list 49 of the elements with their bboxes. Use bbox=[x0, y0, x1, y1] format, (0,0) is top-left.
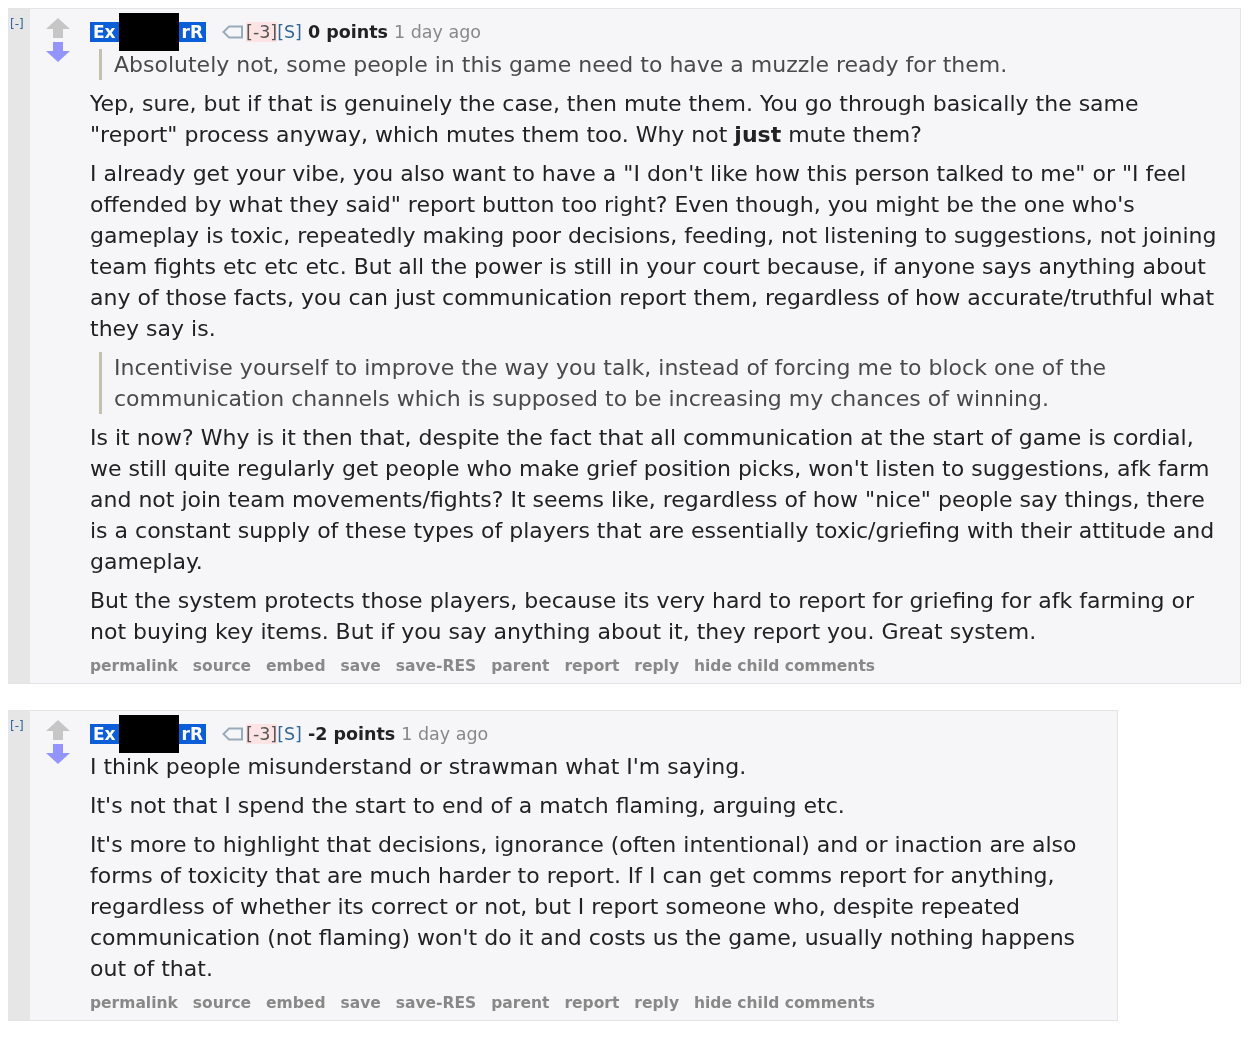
redaction-block bbox=[118, 715, 179, 753]
comment-paragraph: But the system protects those players, because its very hard to report for griefing for afk farming or not buying key items. But if you say anything about it, they report you. Great system. bbox=[90, 587, 1196, 646]
comment-action-link[interactable]: permalink bbox=[90, 994, 178, 1012]
score-text: 0 points bbox=[307, 22, 388, 42]
comment-action-link[interactable]: save-RES bbox=[395, 994, 477, 1012]
comment-action-link[interactable]: hide child comments bbox=[694, 994, 876, 1012]
score-text: -2 points bbox=[307, 724, 396, 744]
quoted-text: Incentivise yourself to improve the way you talk, instead of forcing me to block one of the communication channels which is supposed to be increasing my chances of winning. bbox=[99, 352, 1220, 414]
comment-action-link[interactable]: report bbox=[564, 657, 620, 675]
comment-action-link[interactable]: reply bbox=[634, 657, 679, 675]
comment-action-link[interactable]: save bbox=[340, 994, 381, 1012]
downvote-icon[interactable] bbox=[45, 743, 71, 765]
comment-paragraph: I already get your vibe, you also want to have a "I don't like how this person talked to me" or "I feel offended by what they said" report button too right? Even though, you might be the one who's gameplay is toxic, repeatedly making poor decisions, feeding, not listening to suggestions, not joining team fights etc etc etc. But all the power is still in your court because, if anyone says anything about any of those facts, you can just communication report them, regardless of how accurate/truthful what they say is. bbox=[90, 160, 1218, 343]
collapse-link[interactable]: [-] bbox=[10, 17, 24, 31]
comment-action-link[interactable]: parent bbox=[491, 994, 550, 1012]
redaction-block bbox=[118, 13, 179, 51]
upvote-icon[interactable] bbox=[45, 719, 71, 741]
comment-action-link[interactable]: parent bbox=[491, 657, 550, 675]
comment-paragraph: I think people misunderstand or strawman what I'm saying. bbox=[90, 753, 748, 781]
upvote-icon[interactable] bbox=[45, 17, 71, 39]
comment-action-link[interactable]: save bbox=[340, 657, 381, 675]
comment-paragraph: Yep, sure, but if that is genuinely the case, then mute them. You go through basically the same "report" process anyway, which mutes them too. Why not just mute them? bbox=[90, 90, 1140, 149]
comment-paragraph: It's not that I spend the start to end of a match flaming, arguing etc. bbox=[90, 792, 846, 820]
tag-icon[interactable] bbox=[222, 727, 245, 741]
comment-action-link[interactable]: permalink bbox=[90, 657, 178, 675]
comment-action-link[interactable]: embed bbox=[266, 994, 326, 1012]
tag-icon[interactable] bbox=[222, 25, 245, 39]
collapse-link[interactable]: [-] bbox=[10, 719, 24, 733]
comment-action-link[interactable]: embed bbox=[266, 657, 326, 675]
username-text[interactable]: Ex bbox=[90, 724, 119, 744]
downvote-icon[interactable] bbox=[45, 41, 71, 63]
comment-paragraph: Is it now? Why is it then that, despite the fact that all communication at the start of game is cordial, we still quite regularly get people who make grief position picks, won't listen to suggestions, afk farm and not join team movements/fights? It seems like, regardless of how "nice" people say things, there is a constant supply of these types of players that are essentially toxic/griefing with their attitude and gameplay. bbox=[90, 424, 1216, 576]
quoted-text: Absolutely not, some people in this game need to have a muzzle ready for them. bbox=[99, 49, 1220, 80]
timestamp: 1 day ago bbox=[394, 22, 481, 42]
username-text[interactable]: rR bbox=[178, 724, 207, 744]
comment-action-link[interactable]: hide child comments bbox=[694, 657, 876, 675]
user-flair: [-3] bbox=[246, 22, 278, 42]
user-flair: [S] bbox=[277, 22, 302, 42]
username-text[interactable]: rR bbox=[178, 22, 207, 42]
comment-action-link[interactable]: source bbox=[192, 657, 252, 675]
comment-action-link[interactable]: save-RES bbox=[395, 657, 477, 675]
comment-action-link[interactable]: reply bbox=[634, 994, 679, 1012]
username-text[interactable]: Ex bbox=[90, 22, 119, 42]
user-flair: [-3] bbox=[246, 724, 278, 744]
user-flair: [S] bbox=[277, 724, 302, 744]
timestamp: 1 day ago bbox=[401, 724, 489, 744]
comment-action-link[interactable]: source bbox=[192, 994, 252, 1012]
comment-paragraph: It's more to highlight that decisions, ignorance (often intentional) and or inaction are also forms of toxicity that are much harder to report. If I can get comms report for anything, regardless of whether its correct or not, but I report someone who, despite repeated communication (not flaming) won't do it and costs us the game, usually nothing happens out of that. bbox=[90, 831, 1078, 983]
comment-action-link[interactable]: report bbox=[564, 994, 620, 1012]
